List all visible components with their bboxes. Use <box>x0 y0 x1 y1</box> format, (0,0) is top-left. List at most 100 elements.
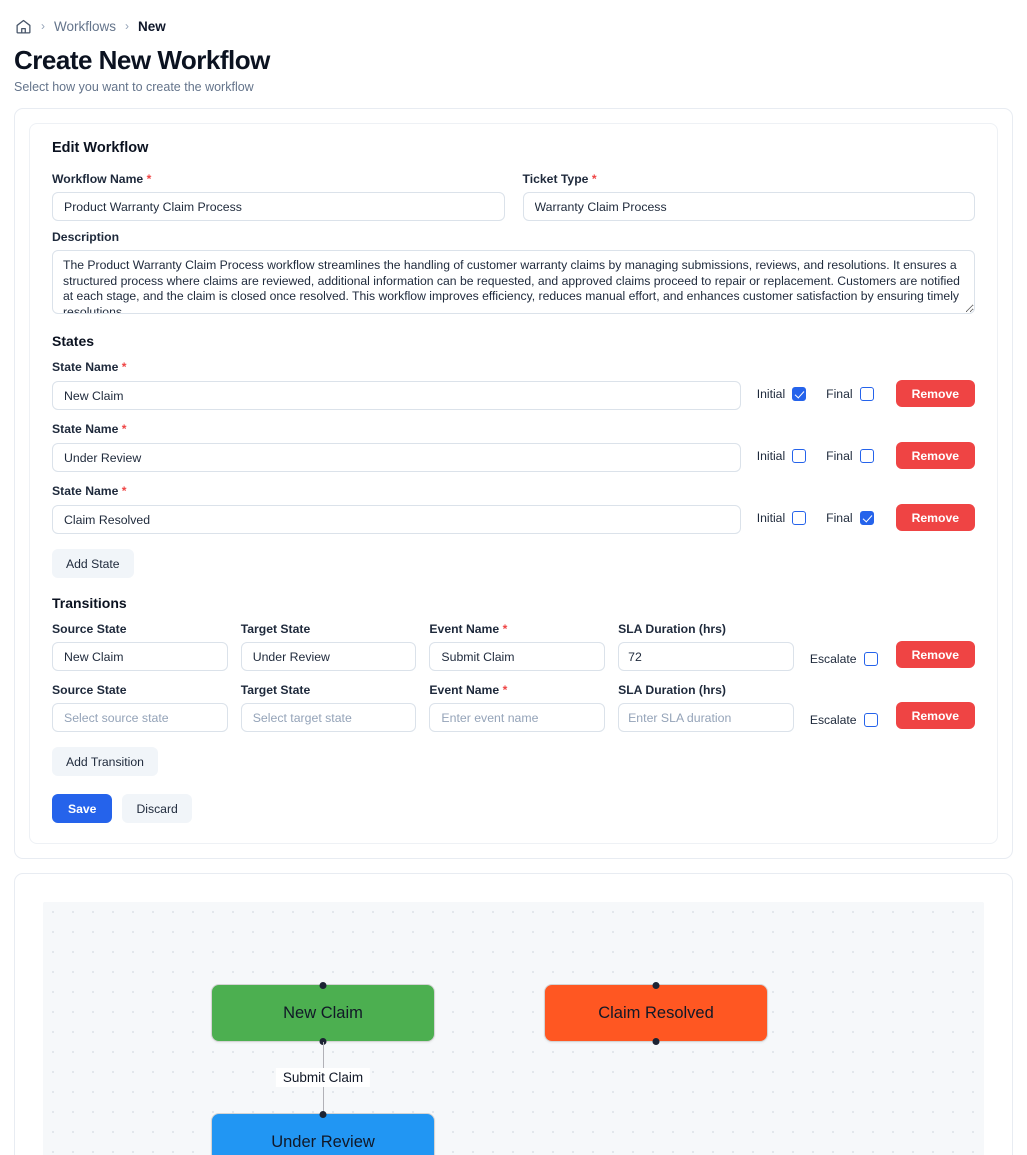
state-initial-checkbox[interactable] <box>792 510 807 525</box>
node-handle-top[interactable] <box>652 981 660 989</box>
diagram-node-claim-resolved[interactable]: Claim Resolved <box>544 981 768 1045</box>
description-textarea[interactable]: The Product Warranty Claim Process workf… <box>52 250 975 314</box>
state-required-marker: * <box>121 484 127 498</box>
sla-duration-label: SLA Duration (hrs) <box>618 683 726 697</box>
sla-duration-input[interactable] <box>618 703 794 732</box>
state-final-label: Final <box>826 448 853 463</box>
state-initial-group: Initial <box>756 386 807 401</box>
node-handle-top[interactable] <box>319 981 327 989</box>
state-row: State Name * Initial Final <box>52 484 975 534</box>
state-name-input[interactable] <box>52 443 741 472</box>
workflow-name-label-text: Workflow Name <box>52 172 144 186</box>
target-state-input[interactable] <box>240 642 417 671</box>
source-state-input[interactable] <box>52 703 228 732</box>
states-section-title: States <box>52 333 95 349</box>
node-handle-bottom[interactable] <box>652 1037 660 1045</box>
source-state-label: Source State <box>52 622 127 636</box>
sla-duration-input[interactable] <box>618 642 794 671</box>
state-required-marker: * <box>121 360 127 374</box>
state-name-label: State Name * <box>52 360 975 374</box>
escalate-checkbox[interactable] <box>863 652 878 666</box>
breadcrumb: › Workflows › New <box>14 16 1013 36</box>
state-final-group: Final <box>826 510 874 525</box>
state-initial-group: Initial <box>756 448 807 463</box>
state-initial-group: Initial <box>756 510 807 525</box>
remove-state-button[interactable]: Remove <box>895 504 975 531</box>
target-state-label: Target State <box>240 622 311 636</box>
remove-transition-button[interactable]: Remove <box>895 641 975 668</box>
state-name-input[interactable] <box>52 381 741 410</box>
event-name-label-text: Event Name <box>429 683 500 697</box>
discard-button[interactable]: Discard <box>122 794 192 823</box>
state-initial-label: Initial <box>756 510 786 525</box>
ticket-type-required-marker: * <box>591 172 597 186</box>
workflow-name-input[interactable] <box>52 192 505 221</box>
event-name-label-text: Event Name <box>429 622 500 636</box>
state-name-label: State Name * <box>52 422 975 436</box>
state-initial-checkbox[interactable] <box>792 448 807 463</box>
diagram-edge-label[interactable]: Submit Claim <box>275 1068 371 1087</box>
state-final-group: Final <box>826 386 874 401</box>
event-name-input[interactable] <box>429 703 606 732</box>
source-state-label: Source State <box>52 683 127 697</box>
edit-workflow-card: Edit Workflow Workflow Name * Ticket Typ… <box>14 108 1013 859</box>
state-name-label-text: State Name <box>52 484 119 498</box>
form-actions: Save Discard <box>52 794 975 823</box>
target-state-input[interactable] <box>240 703 417 732</box>
escalate-checkbox[interactable] <box>863 713 878 727</box>
workflow-diagram-card: New Claim Claim Resolved Submit Claim Un… <box>14 873 1013 1155</box>
node-handle-top[interactable] <box>319 1110 327 1118</box>
workflow-name-required-marker: * <box>146 172 152 186</box>
state-final-checkbox[interactable] <box>859 448 874 463</box>
state-final-checkbox[interactable] <box>859 386 874 401</box>
page-subtitle: Select how you want to create the workfl… <box>14 80 254 94</box>
escalate-group: Escalate <box>810 713 878 732</box>
page-header: › Workflows › New Create New Workflow Se… <box>0 0 1027 95</box>
transition-row: Source State Target State Event Name * S… <box>52 622 975 671</box>
state-final-group: Final <box>826 448 874 463</box>
ticket-type-input[interactable] <box>522 192 975 221</box>
breadcrumb-item-new: New <box>138 18 166 34</box>
state-required-marker: * <box>121 422 127 436</box>
breadcrumb-separator-2: › <box>125 19 130 33</box>
state-final-checkbox[interactable] <box>859 510 874 525</box>
page-title: Create New Workflow <box>14 45 270 75</box>
state-name-label-text: State Name <box>52 360 119 374</box>
breadcrumb-item-workflows[interactable]: Workflows <box>54 19 116 34</box>
state-row: State Name * Initial Final <box>52 422 975 472</box>
diagram-node-label: New Claim <box>283 1003 363 1022</box>
workflow-canvas[interactable]: New Claim Claim Resolved Submit Claim Un… <box>43 902 984 1155</box>
diagram-node-label: Under Review <box>271 1132 375 1151</box>
breadcrumb-separator-1: › <box>41 19 45 33</box>
description-label: Description <box>52 230 120 244</box>
state-initial-checkbox[interactable] <box>792 386 807 401</box>
state-row: State Name * Initial Final <box>52 360 975 410</box>
source-state-input[interactable] <box>52 642 228 671</box>
home-icon[interactable] <box>14 17 32 35</box>
state-final-label: Final <box>826 510 853 525</box>
remove-state-button[interactable]: Remove <box>895 442 975 469</box>
remove-state-button[interactable]: Remove <box>895 380 975 407</box>
state-initial-label: Initial <box>756 448 786 463</box>
ticket-type-label-text: Ticket Type <box>522 172 589 186</box>
panel-title: Edit Workflow <box>52 140 149 156</box>
event-name-label: Event Name * <box>429 622 605 636</box>
description-field-group: Description The Product Warranty Claim P… <box>52 230 975 319</box>
save-button[interactable]: Save <box>52 794 113 823</box>
event-name-input[interactable] <box>429 642 606 671</box>
diagram-node-under-review[interactable]: Under Review <box>211 1110 435 1155</box>
event-required-marker: * <box>502 683 508 697</box>
transition-row: Source State Target State Event Name * S… <box>52 683 975 732</box>
state-name-label-text: State Name <box>52 422 119 436</box>
add-state-button[interactable]: Add State <box>52 549 134 578</box>
add-transition-button[interactable]: Add Transition <box>52 747 158 776</box>
state-initial-label: Initial <box>756 386 786 401</box>
state-name-input[interactable] <box>52 505 741 534</box>
diagram-node-new-claim[interactable]: New Claim <box>211 981 435 1045</box>
state-final-label: Final <box>826 386 853 401</box>
edit-workflow-panel: Edit Workflow Workflow Name * Ticket Typ… <box>29 123 998 844</box>
escalate-label: Escalate <box>809 652 857 666</box>
state-name-label: State Name * <box>52 484 975 498</box>
escalate-group: Escalate <box>810 652 878 671</box>
remove-transition-button[interactable]: Remove <box>895 702 975 729</box>
